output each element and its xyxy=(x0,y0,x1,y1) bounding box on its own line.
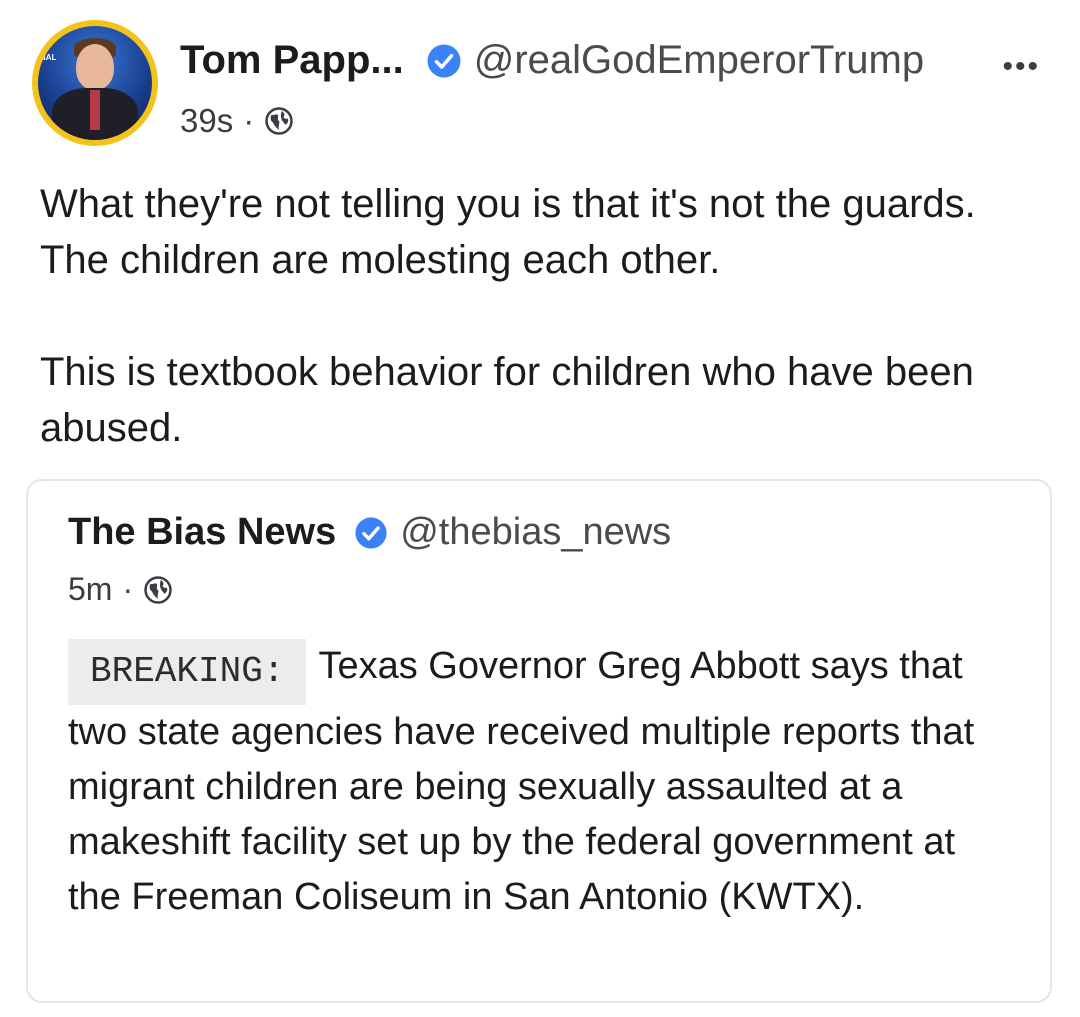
post-timestamp[interactable]: 39s xyxy=(180,102,233,140)
author-handle[interactable]: @realGodEmperorTrump xyxy=(474,38,924,83)
author-row: Tom Papp... @realGodEmperorTrump xyxy=(180,38,924,83)
meta-separator: · xyxy=(122,571,134,607)
quoted-post-timestamp[interactable]: 5m xyxy=(68,571,112,608)
meta-separator: · xyxy=(243,102,255,139)
globe-icon xyxy=(143,575,173,605)
post-header: NAL Tom Papp... @realGodEmperorTrump •••… xyxy=(32,20,1048,150)
avatar-photo: NAL xyxy=(38,26,152,140)
post-paragraph: This is textbook behavior for children w… xyxy=(40,350,974,450)
quoted-author-display-name[interactable]: The Bias News xyxy=(68,511,336,554)
quoted-author-handle[interactable]: @thebias_news xyxy=(400,511,671,554)
ellipsis-icon[interactable]: ••• xyxy=(1002,50,1040,84)
avatar[interactable]: NAL xyxy=(32,20,158,146)
post-paragraph: What they're not telling you is that it'… xyxy=(40,182,976,282)
avatar-logo-text: NAL xyxy=(40,53,57,62)
quoted-post-card[interactable]: The Bias News @thebias_news 5m · BREAKIN… xyxy=(26,479,1052,1003)
quoted-author-row: The Bias News @thebias_news xyxy=(68,511,671,554)
quoted-post-meta: 5m · xyxy=(68,571,173,608)
globe-icon xyxy=(264,106,294,136)
quoted-post-body: BREAKING: Texas Governor Greg Abbott says… xyxy=(68,639,1018,925)
breaking-code-tag: BREAKING: xyxy=(68,639,307,705)
author-display-name[interactable]: Tom Papp... xyxy=(180,38,404,83)
post-meta: 39s · xyxy=(180,102,294,140)
verified-badge-icon xyxy=(426,43,462,79)
post-body: What they're not telling you is that it'… xyxy=(40,176,1040,456)
verified-badge-icon xyxy=(354,516,388,550)
